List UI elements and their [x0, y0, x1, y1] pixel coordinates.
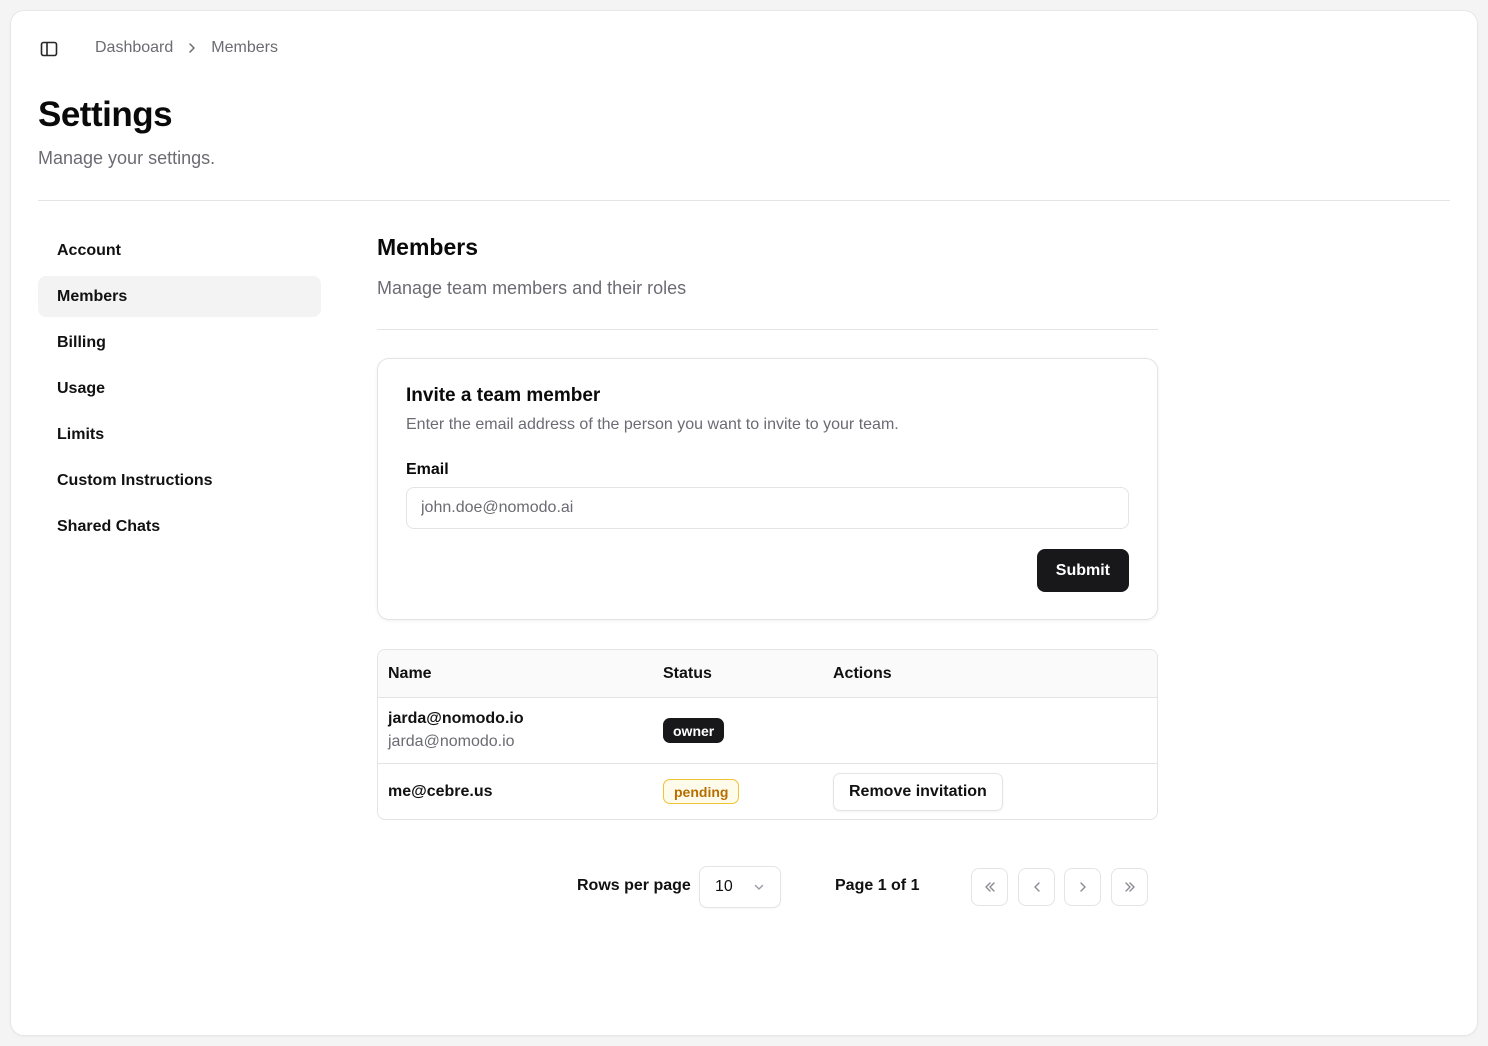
chevron-right-icon: [187, 42, 197, 54]
previous-page-button[interactable]: [1018, 868, 1055, 906]
member-status-cell: pending: [663, 779, 833, 804]
member-status-cell: owner: [663, 718, 833, 743]
section-divider: [377, 329, 1158, 330]
chevron-left-icon: [1033, 882, 1040, 892]
rows-per-page-label: Rows per page: [577, 877, 691, 894]
header-divider: [38, 200, 1450, 201]
breadcrumb-dashboard[interactable]: Dashboard: [95, 39, 173, 57]
breadcrumb: Dashboard Members: [95, 37, 278, 59]
next-page-button[interactable]: [1064, 868, 1101, 906]
page-indicator: Page 1 of 1: [835, 877, 920, 894]
table-row: me@cebre.us pending Remove invitation: [378, 763, 1157, 819]
member-actions-cell: Remove invitation: [833, 772, 1157, 811]
first-page-button[interactable]: [971, 868, 1008, 906]
page-title: Settings: [38, 95, 173, 134]
sidebar-item-limits[interactable]: Limits: [38, 414, 321, 455]
sidebar-item-custom-instructions[interactable]: Custom Instructions: [38, 460, 321, 501]
sidebar-item-shared-chats[interactable]: Shared Chats: [38, 506, 321, 547]
chevrons-left-icon: [984, 882, 995, 892]
sidebar-item-usage[interactable]: Usage: [38, 368, 321, 409]
rows-per-page-value: 10: [715, 878, 733, 895]
section-title: Members: [377, 234, 478, 260]
remove-invitation-button[interactable]: Remove invitation: [833, 772, 1003, 811]
email-label: Email: [406, 461, 449, 478]
member-name-cell: me@cebre.us: [378, 783, 663, 801]
chevron-down-icon: [754, 884, 764, 890]
sidebar-item-members[interactable]: Members: [38, 276, 321, 317]
email-field[interactable]: [406, 487, 1129, 529]
members-table: Name Status Actions jarda@nomodo.io jard…: [377, 649, 1158, 820]
status-badge: owner: [663, 718, 725, 743]
settings-nav: Account Members Billing Usage Limits Cus…: [38, 230, 321, 547]
invite-card-title: Invite a team member: [406, 385, 601, 406]
app-window: Dashboard Members Settings Manage your s…: [10, 10, 1478, 1036]
submit-button[interactable]: Submit: [1036, 549, 1129, 592]
member-name: me@cebre.us: [388, 782, 493, 800]
chevrons-right-icon: [1124, 882, 1135, 892]
member-name-cell: jarda@nomodo.io jarda@nomodo.io: [378, 710, 663, 751]
sidebar-item-billing[interactable]: Billing: [38, 322, 321, 363]
column-header-status: Status: [663, 664, 712, 682]
column-header-actions: Actions: [833, 664, 892, 682]
table-row: jarda@nomodo.io jarda@nomodo.io owner: [378, 697, 1157, 763]
member-name: jarda@nomodo.io: [388, 710, 524, 727]
status-badge: pending: [663, 779, 740, 804]
section-subtitle: Manage team members and their roles: [377, 278, 687, 298]
member-email: jarda@nomodo.io: [388, 733, 515, 750]
members-section: Members Manage team members and their ro…: [377, 230, 1158, 820]
invite-card: Invite a team member Enter the email add…: [377, 358, 1158, 620]
last-page-button[interactable]: [1111, 868, 1148, 906]
sidebar-toggle-button[interactable]: [37, 37, 61, 61]
chevron-right-icon: [1079, 882, 1086, 892]
rows-per-page-select[interactable]: 10: [699, 866, 781, 908]
table-header-row: Name Status Actions: [378, 650, 1157, 697]
sidebar-item-account[interactable]: Account: [38, 230, 321, 271]
breadcrumb-members: Members: [211, 39, 278, 56]
invite-card-description: Enter the email address of the person yo…: [406, 416, 899, 433]
sidebar-panel-icon: [40, 41, 58, 57]
column-header-name: Name: [388, 664, 432, 682]
pagination: Rows per page 10 Page 1 of 1: [11, 866, 1158, 908]
page-subtitle: Manage your settings.: [38, 148, 216, 168]
